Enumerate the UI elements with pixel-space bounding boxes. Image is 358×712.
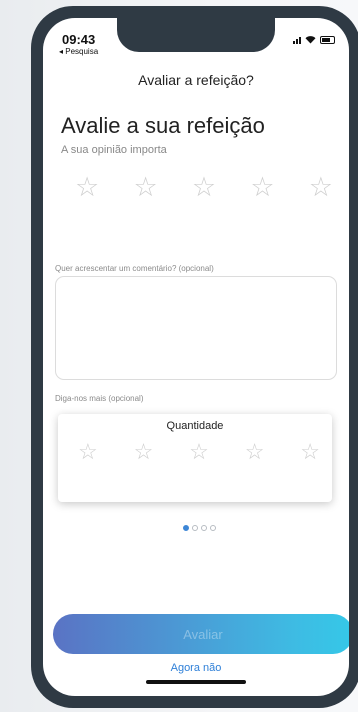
star-2-icon[interactable]: ☆ (133, 174, 157, 201)
star-1-icon[interactable]: ☆ (75, 174, 99, 201)
star-1-icon[interactable]: ☆ (78, 441, 98, 463)
comment-label: Quer acrescentar um comentário? (opciona… (55, 264, 214, 273)
screen-title: Avaliar a refeição? (138, 72, 254, 88)
page-dot-2[interactable] (192, 525, 198, 531)
phone-frame: 09:43 ◂ Pesquisa Avaliar a refeição? Ava… (31, 6, 358, 708)
page-dot-3[interactable] (201, 525, 207, 531)
status-time: 09:43 (62, 32, 96, 47)
back-link[interactable]: ◂ Pesquisa (59, 47, 98, 56)
star-3-icon[interactable]: ☆ (189, 441, 209, 463)
star-5-icon[interactable]: ☆ (300, 441, 320, 463)
star-5-icon[interactable]: ☆ (309, 174, 333, 201)
signal-icon (293, 36, 301, 44)
rating-heading: Avalie a sua refeição (61, 113, 265, 138)
more-label: Diga-nos mais (opcional) (55, 394, 144, 403)
page-dot-1[interactable] (183, 525, 189, 531)
submit-button[interactable]: Avaliar (53, 614, 349, 654)
skip-link[interactable]: Agora não (43, 662, 349, 674)
star-2-icon[interactable]: ☆ (134, 441, 154, 463)
quantity-card: Quantidade ☆ ☆ ☆ ☆ ☆ (58, 414, 332, 502)
rating-subtitle: A sua opinião importa (61, 144, 167, 156)
page-dot-4[interactable] (210, 525, 216, 531)
comment-field[interactable] (55, 276, 337, 380)
star-4-icon[interactable]: ☆ (250, 174, 274, 201)
star-4-icon[interactable]: ☆ (245, 441, 265, 463)
home-indicator (146, 680, 246, 684)
pagination-dots (183, 525, 216, 531)
status-icons (293, 36, 335, 44)
star-3-icon[interactable]: ☆ (192, 174, 216, 201)
meal-rating-stars: ☆ ☆ ☆ ☆ ☆ (75, 174, 333, 201)
battery-icon (320, 36, 335, 44)
quantity-title: Quantidade (166, 420, 224, 432)
wifi-icon (305, 36, 316, 44)
quantity-rating-stars: ☆ ☆ ☆ ☆ ☆ (78, 441, 320, 463)
notch (117, 18, 275, 52)
phone-screen: 09:43 ◂ Pesquisa Avaliar a refeição? Ava… (43, 18, 349, 696)
